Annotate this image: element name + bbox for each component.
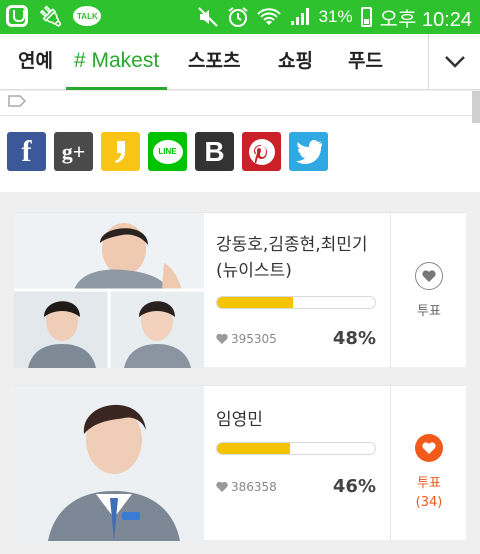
clock: 오후 10:24 xyxy=(379,8,472,31)
app-notification-icon xyxy=(6,5,28,27)
vote-progress-bar xyxy=(216,296,376,309)
talk-label: TALK xyxy=(77,11,98,21)
vote-count-value: 395305 xyxy=(231,332,277,346)
status-bar: 🔌︎ TALK 31% 오후 10:24 xyxy=(0,0,480,34)
candidate-group: (뉴이스트) xyxy=(216,261,292,281)
line-icon: LINE xyxy=(152,139,183,164)
alarm-icon xyxy=(227,7,248,27)
kakaotalk-icon: TALK xyxy=(73,6,102,26)
heart-icon xyxy=(216,333,228,344)
twitter-icon xyxy=(295,139,322,164)
line-share-button[interactable]: LINE xyxy=(148,132,187,171)
heart-icon xyxy=(216,481,228,492)
tab-sports[interactable]: 스포츠 xyxy=(188,34,240,90)
battery-icon xyxy=(360,7,372,27)
vote-label[interactable]: 투표 xyxy=(391,474,467,493)
vote-count-value: 386358 xyxy=(231,480,277,494)
heart-icon xyxy=(422,441,436,454)
battery-percent: 31% xyxy=(318,7,353,26)
candidate-photo xyxy=(14,213,204,368)
vote-percent: 46% xyxy=(332,476,376,497)
share-section: f g+ LINE B xyxy=(0,91,480,192)
vote-progress-fill xyxy=(217,297,293,308)
candidate-photo xyxy=(14,386,204,541)
signal-icon xyxy=(290,8,309,25)
vote-button[interactable] xyxy=(415,434,443,462)
scrollbar[interactable] xyxy=(472,91,480,123)
candidate-info: 강동호,김종현,최민기 (뉴이스트) 395305 48% xyxy=(204,213,389,368)
vote-card: 강동호,김종현,최민기 (뉴이스트) 395305 48% 투표 xyxy=(14,212,466,368)
chevron-down-icon xyxy=(444,56,465,68)
candidate-name: 강동호,김종현,최민기 xyxy=(216,235,368,255)
mute-icon xyxy=(197,7,218,27)
band-share-button[interactable]: B xyxy=(195,132,234,171)
vote-button[interactable] xyxy=(415,262,443,290)
vote-column: 투표 xyxy=(390,213,466,368)
vote-count: 395305 xyxy=(216,332,277,346)
vote-percent: 48% xyxy=(332,328,376,349)
tab-food[interactable]: 푸드 xyxy=(348,34,383,90)
google-plus-share-button[interactable]: g+ xyxy=(54,132,93,171)
candidate-info: 임영민 386358 46% xyxy=(204,386,389,541)
tab-shopping[interactable]: 쇼핑 xyxy=(278,34,313,90)
kakaostory-icon xyxy=(114,140,125,163)
candidate-name: 임영민 xyxy=(216,410,263,430)
vote-count: 386358 xyxy=(216,480,277,494)
twitter-share-button[interactable] xyxy=(289,132,328,171)
google-plus-icon: g+ xyxy=(61,138,86,164)
vote-card: 임영민 386358 46% 투표 (34) xyxy=(14,385,466,541)
vote-column: 투표 (34) xyxy=(390,386,466,541)
line-label: LINE xyxy=(158,147,177,156)
share-buttons: f g+ LINE B xyxy=(7,132,328,171)
heart-icon xyxy=(422,269,436,282)
kakaostory-share-button[interactable] xyxy=(101,132,140,171)
more-tabs-button[interactable] xyxy=(428,34,480,90)
band-icon: B xyxy=(204,135,225,167)
pinterest-share-button[interactable] xyxy=(242,132,281,171)
vote-progress-bar xyxy=(216,442,376,455)
vote-label[interactable]: 투표 xyxy=(391,302,467,321)
my-vote-count: (34) xyxy=(415,495,443,510)
wifi-icon xyxy=(256,8,281,25)
pinterest-icon xyxy=(248,138,275,165)
tag-icon xyxy=(8,95,26,107)
vote-progress-fill xyxy=(217,443,290,454)
tab-entertainment[interactable]: 연예 xyxy=(18,34,53,90)
tab-makest[interactable]: # Makest xyxy=(66,34,168,90)
facebook-icon: f xyxy=(21,134,32,168)
usb-icon: 🔌︎ xyxy=(38,4,64,28)
divider xyxy=(0,115,480,116)
facebook-share-button[interactable]: f xyxy=(7,132,46,171)
category-tab-bar: 연예 # Makest 스포츠 쇼핑 푸드 xyxy=(0,34,480,90)
